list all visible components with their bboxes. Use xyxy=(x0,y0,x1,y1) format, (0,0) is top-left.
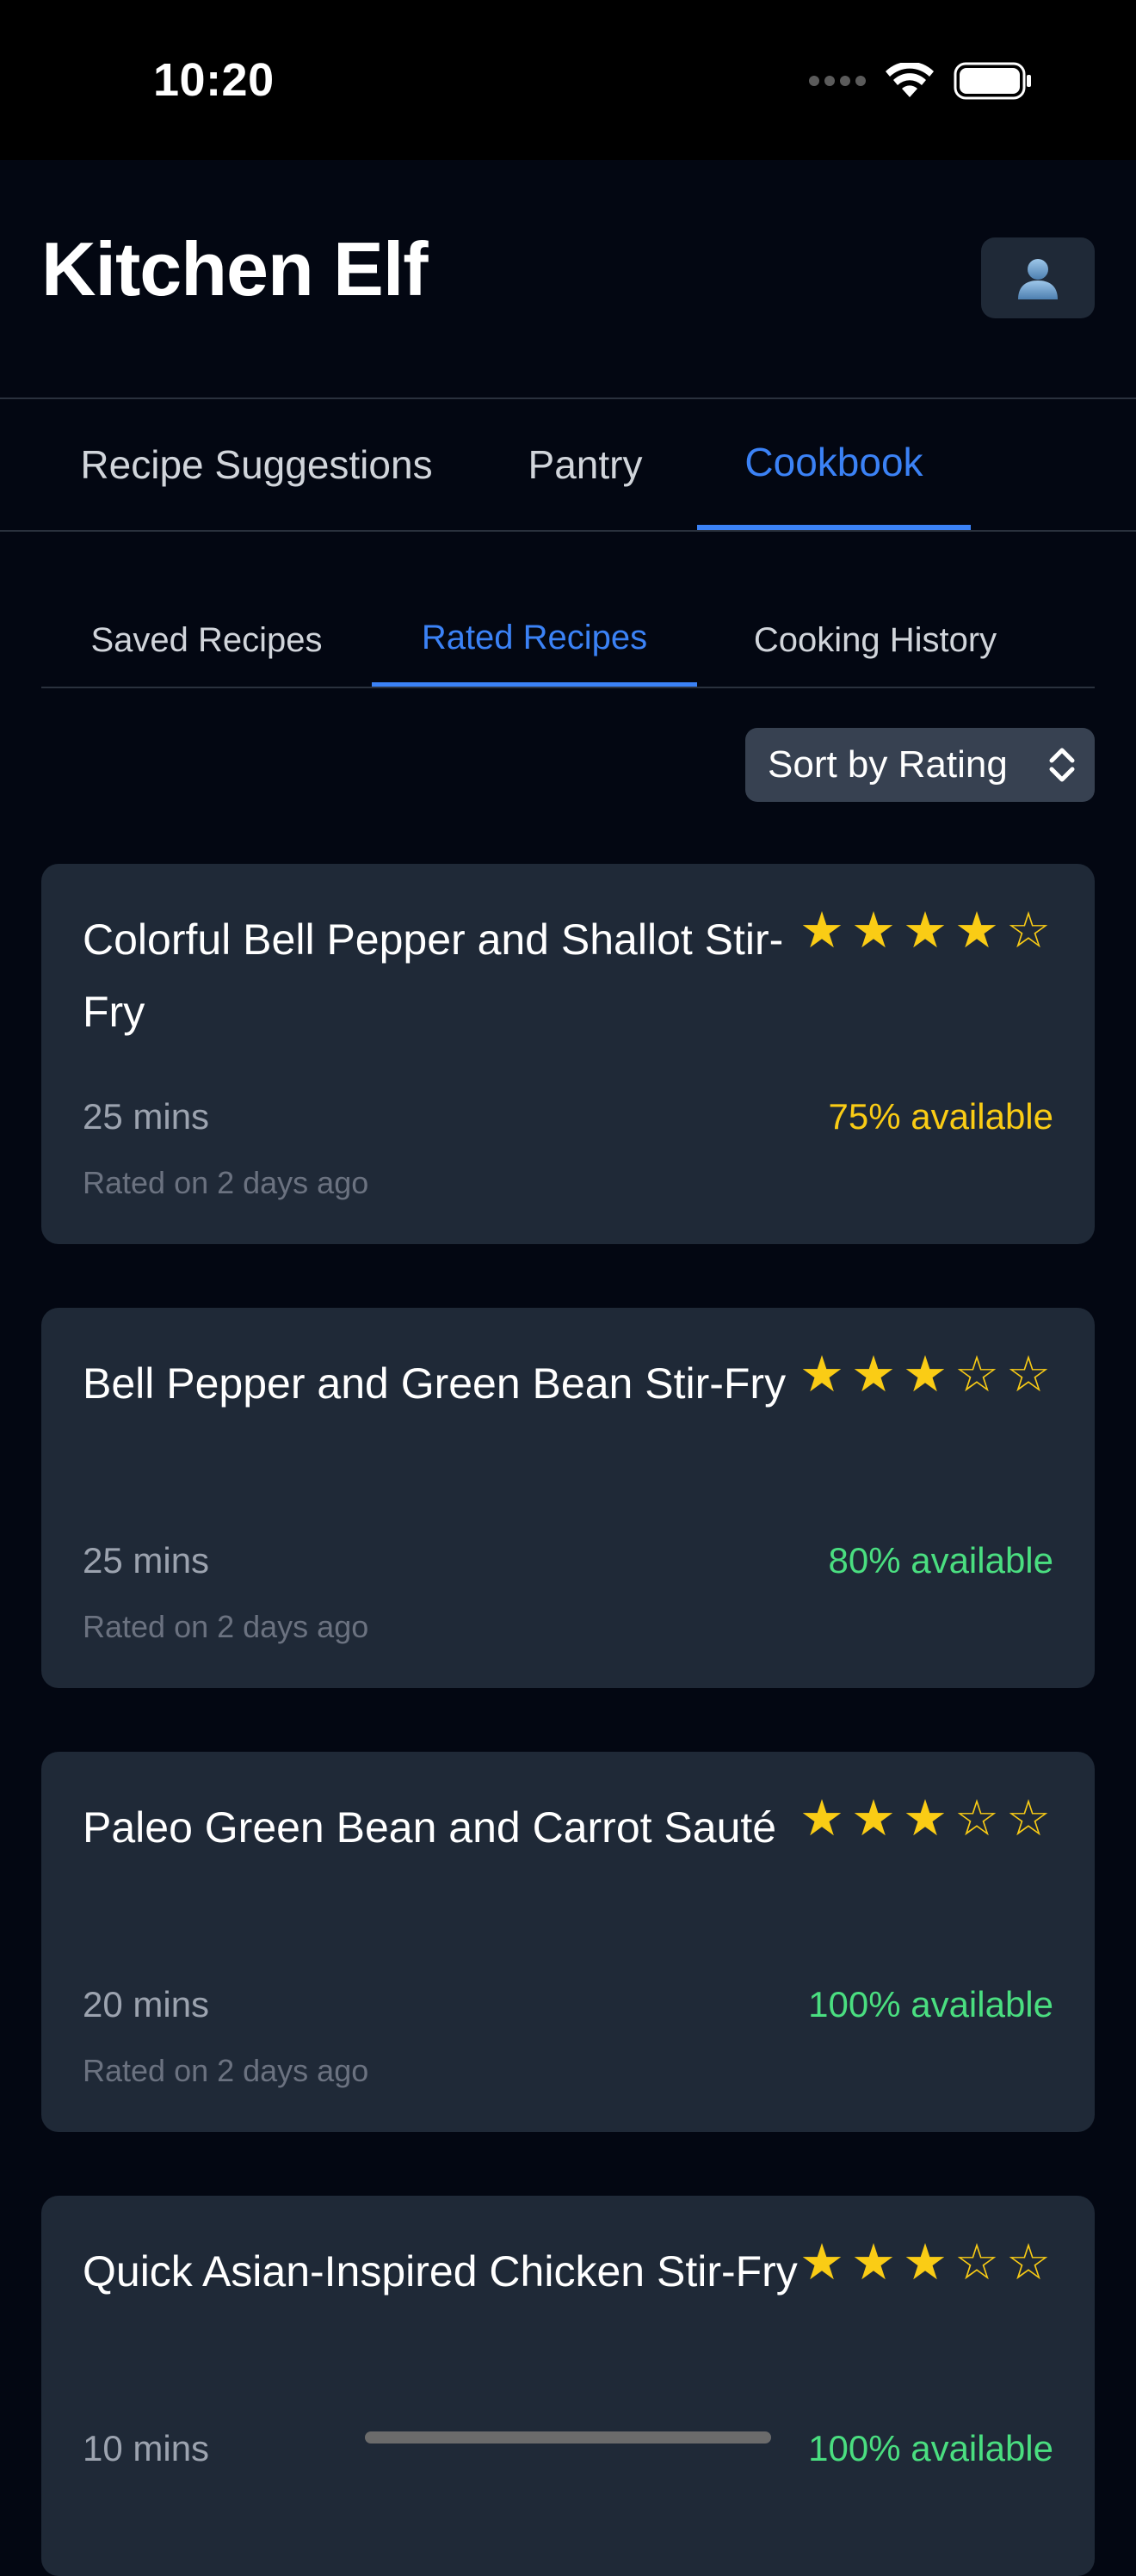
star-rating: ★ ★ ★ ☆ ☆ xyxy=(799,1791,1052,1846)
status-time: 10:20 xyxy=(153,54,275,106)
recipe-cook-time: 20 mins xyxy=(83,1984,210,2024)
star-empty-icon: ☆ xyxy=(1006,1790,1051,1846)
star-filled-icon: ★ xyxy=(851,2234,896,2290)
star-filled-icon: ★ xyxy=(903,903,948,958)
star-filled-icon: ★ xyxy=(903,1790,948,1846)
tab-saved-recipes[interactable]: Saved Recipes xyxy=(41,594,372,687)
star-rating: ★ ★ ★ ☆ ☆ xyxy=(799,2235,1052,2290)
sort-select-label: Sort by Rating xyxy=(768,743,1008,786)
ingredient-availability: 75% available xyxy=(828,1096,1053,1137)
star-filled-icon: ★ xyxy=(851,903,896,958)
recipe-title: Colorful Bell Pepper and Shallot Stir-Fr… xyxy=(83,915,784,1036)
star-empty-icon: ☆ xyxy=(1006,903,1051,958)
ingredient-availability: 80% available xyxy=(828,1540,1053,1581)
star-filled-icon: ★ xyxy=(800,1790,844,1846)
tab-cookbook[interactable]: Cookbook xyxy=(697,399,971,530)
star-empty-icon: ☆ xyxy=(954,1790,999,1846)
tab-cooking-history[interactable]: Cooking History xyxy=(697,594,1053,687)
star-filled-icon: ★ xyxy=(800,1347,844,1402)
rated-date: Rated on 2 days ago xyxy=(83,2053,369,2088)
star-empty-icon: ☆ xyxy=(954,2234,999,2290)
wifi-icon xyxy=(886,63,934,97)
star-filled-icon: ★ xyxy=(800,903,844,958)
star-empty-icon: ☆ xyxy=(954,1347,999,1402)
app-title: Kitchen Elf xyxy=(41,226,429,311)
recipe-title: Bell Pepper and Green Bean Stir-Fry xyxy=(83,1359,787,1408)
recipe-card[interactable]: Paleo Green Bean and Carrot Sauté ★ ★ ★ ☆ ☆ 20… xyxy=(41,1752,1095,2132)
star-empty-icon: ☆ xyxy=(1006,2234,1051,2290)
recipe-title: Paleo Green Bean and Carrot Sauté xyxy=(83,1803,777,1852)
star-rating: ★ ★ ★ ★ ☆ xyxy=(799,903,1052,958)
chevron-up-down-icon xyxy=(1049,748,1075,782)
recipe-title: Quick Asian-Inspired Chicken Stir-Fry xyxy=(83,2247,798,2296)
star-filled-icon: ★ xyxy=(954,903,999,958)
star-filled-icon: ★ xyxy=(851,1347,896,1402)
recipe-cook-time: 25 mins xyxy=(83,1540,210,1581)
rated-date: Rated on 2 days ago xyxy=(83,1165,369,1200)
profile-button[interactable] xyxy=(981,237,1095,318)
star-filled-icon: ★ xyxy=(903,2234,948,2290)
home-indicator xyxy=(365,2431,771,2444)
ingredient-availability: 100% available xyxy=(808,1984,1053,2024)
status-bar: 10:20 xyxy=(0,0,1136,160)
recipe-card[interactable]: Quick Asian-Inspired Chicken Stir-Fry ★ ★ ★… xyxy=(41,2196,1095,2576)
star-filled-icon: ★ xyxy=(903,1347,948,1402)
star-empty-icon: ☆ xyxy=(1006,1347,1051,1402)
recipe-card[interactable]: Colorful Bell Pepper and Shallot Stir-Fr… xyxy=(41,864,1095,1244)
app-header: Kitchen Elf xyxy=(0,160,1136,399)
person-icon xyxy=(1018,259,1058,299)
tab-rated-recipes[interactable]: Rated Recipes xyxy=(372,594,697,687)
sort-select[interactable]: Sort by Rating xyxy=(745,728,1095,802)
ingredient-availability: 100% available xyxy=(808,2428,1053,2468)
recipe-cook-time: 25 mins xyxy=(83,1096,210,1137)
main-tab-bar: Recipe Suggestions Pantry Cookbook xyxy=(0,399,1136,532)
recipe-cook-time: 10 mins xyxy=(83,2428,210,2468)
cellular-signal-icon xyxy=(809,76,866,86)
recipe-card[interactable]: Bell Pepper and Green Bean Stir-Fry ★ ★ ★ ☆ ☆… xyxy=(41,1308,1095,1688)
status-icons xyxy=(809,62,1033,100)
star-rating: ★ ★ ★ ☆ ☆ xyxy=(799,1347,1052,1402)
rated-date: Rated on 2 days ago xyxy=(83,1609,369,1644)
cookbook-sub-tab-bar: Saved Recipes Rated Recipes Cooking Hist… xyxy=(41,594,1095,688)
star-filled-icon: ★ xyxy=(800,2234,844,2290)
star-filled-icon: ★ xyxy=(851,1790,896,1846)
tab-pantry[interactable]: Pantry xyxy=(511,399,659,530)
battery-icon xyxy=(954,62,1031,100)
tab-recipe-suggestions[interactable]: Recipe Suggestions xyxy=(41,399,472,530)
